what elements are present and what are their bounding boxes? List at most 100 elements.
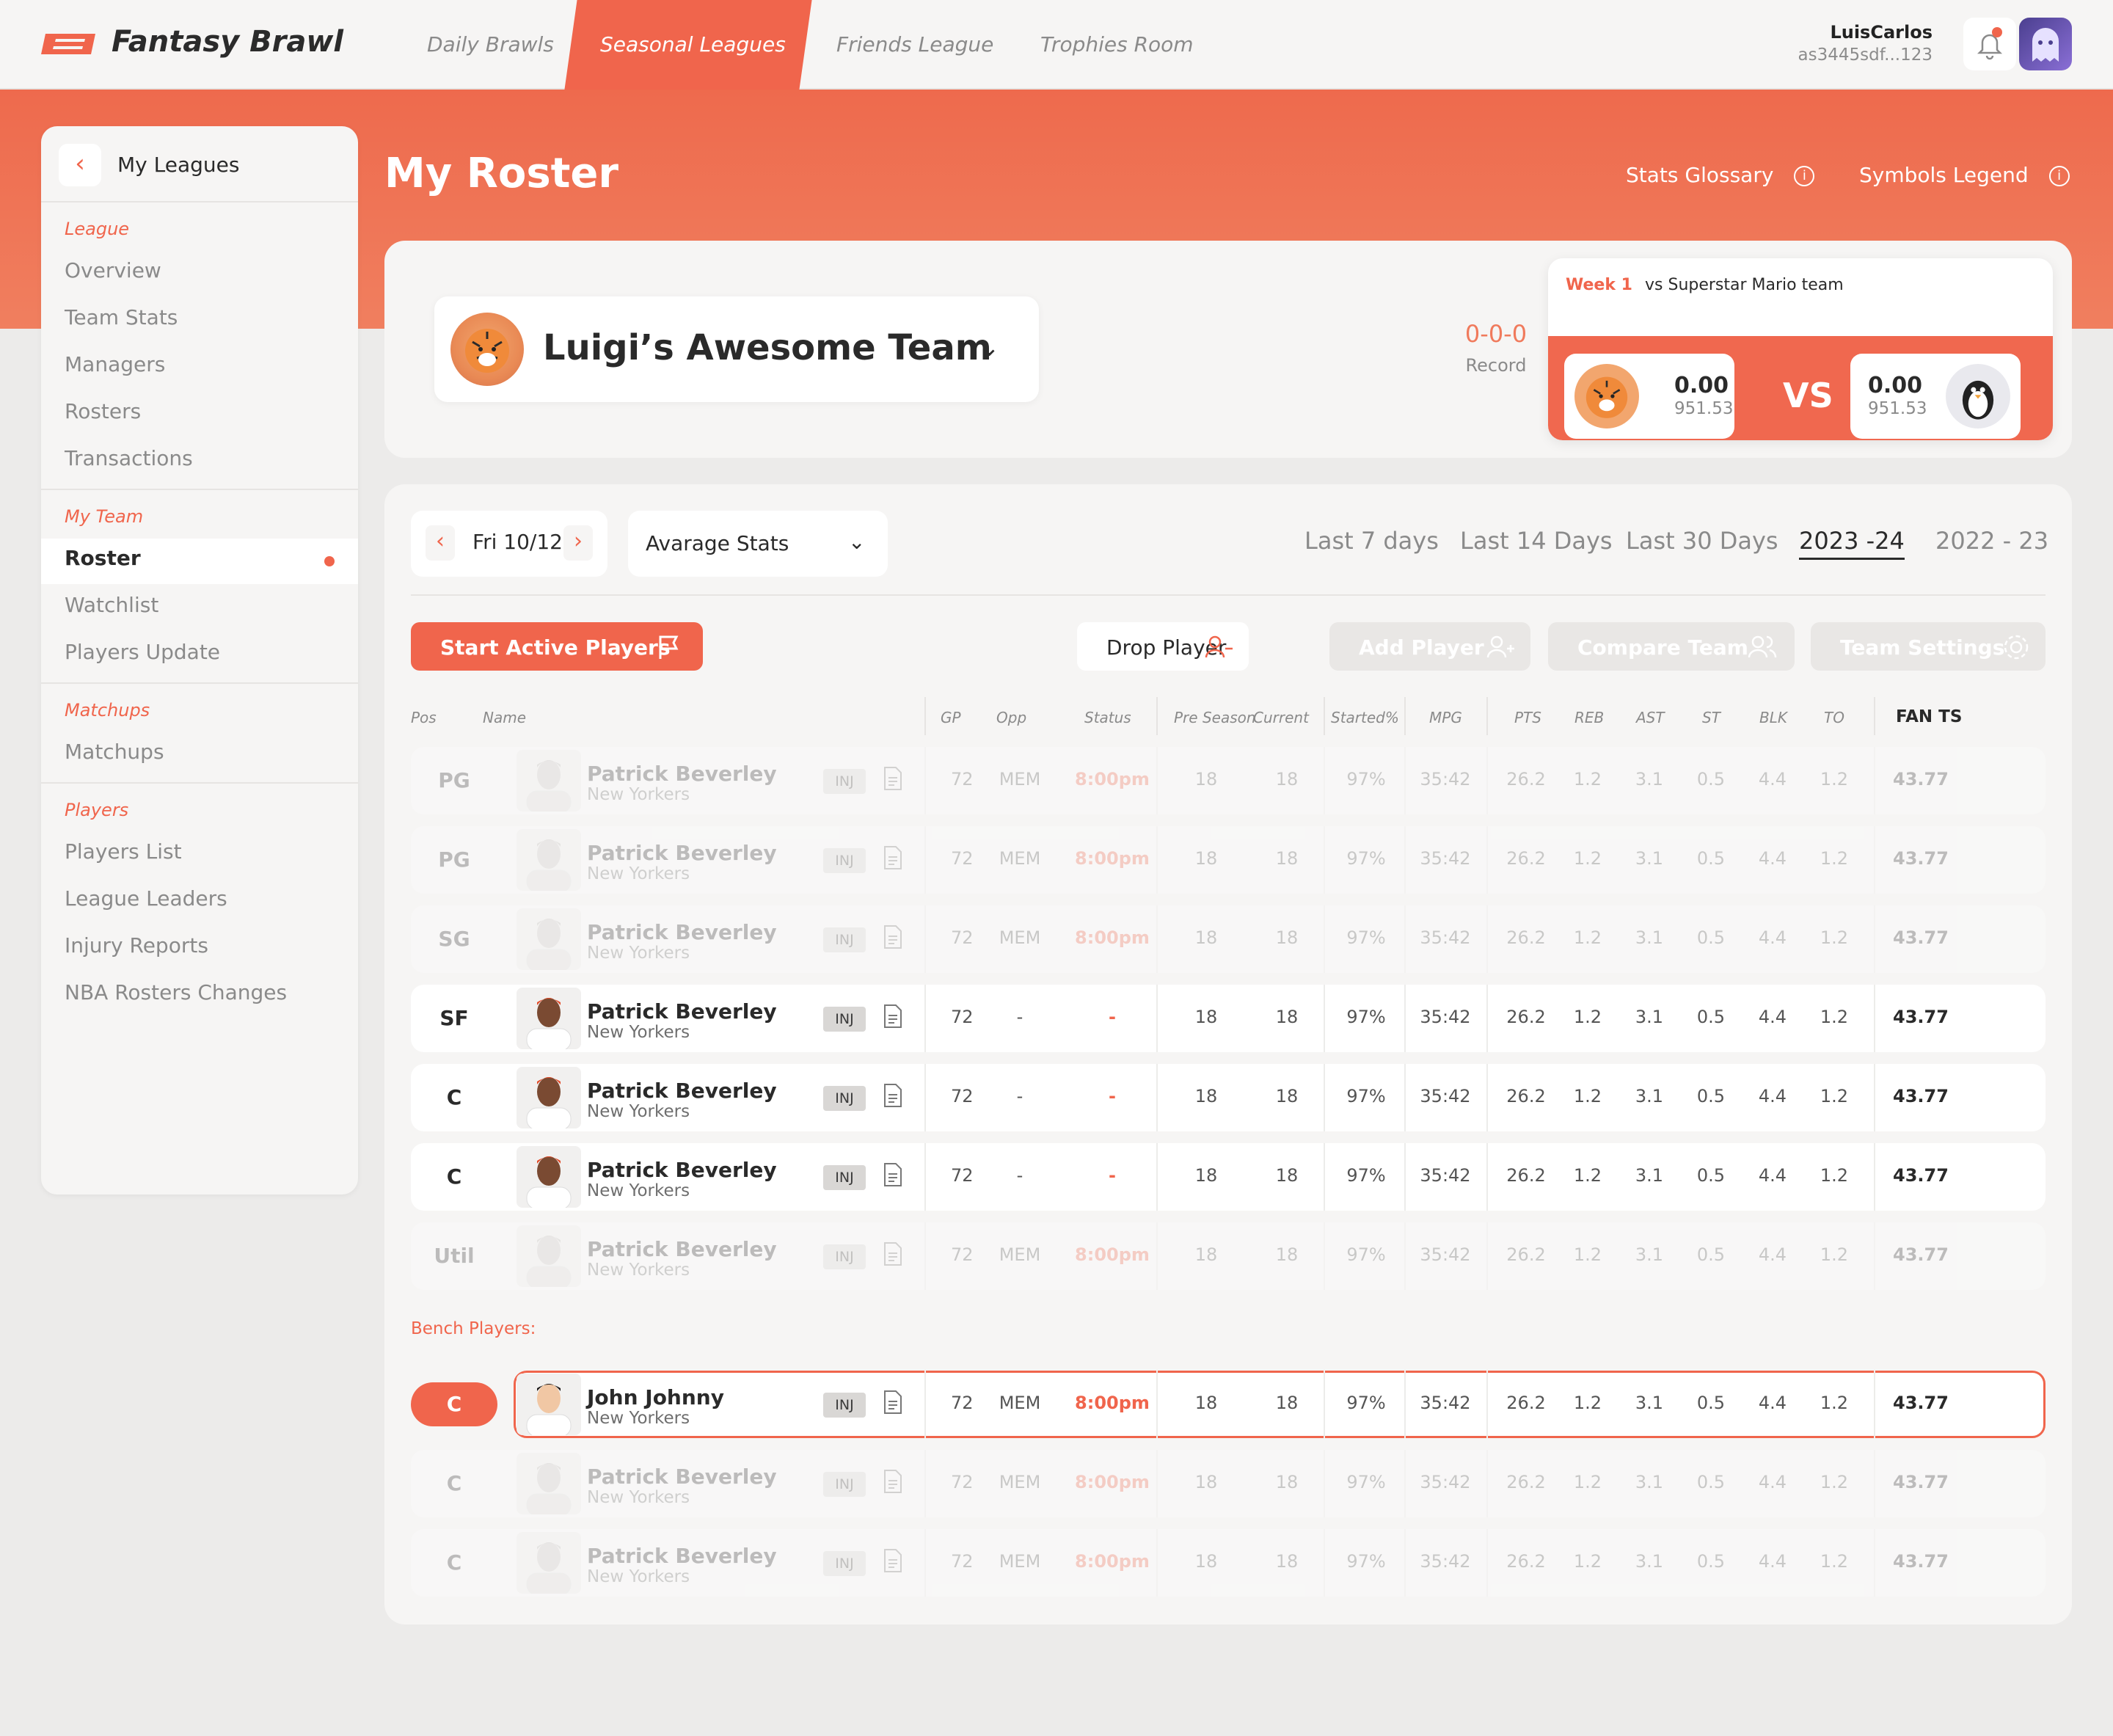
cell-mpg: 35:42	[1420, 1007, 1471, 1027]
notifications-button[interactable]	[1963, 18, 2016, 70]
nav-trophies-room[interactable]: Trophies Room	[1040, 0, 1194, 90]
player-name[interactable]: Patrick Beverley	[587, 1544, 777, 1568]
sidebar-item-team-stats[interactable]: Team Stats	[65, 305, 178, 329]
player-name[interactable]: Patrick Beverley	[587, 841, 777, 865]
cell-started: 97%	[1346, 1086, 1386, 1106]
prev-day-button[interactable]: ‹	[426, 525, 455, 561]
nav-daily-brawls[interactable]: Daily Brawls	[427, 0, 554, 90]
player-name[interactable]: Patrick Beverley	[587, 1237, 777, 1261]
document-icon[interactable]	[883, 1083, 902, 1108]
player-team: New Yorkers	[587, 1261, 690, 1280]
col-pos: Pos	[411, 709, 437, 726]
sidebar-item-overview[interactable]: Overview	[65, 258, 161, 282]
stats-mode-label: Avarage Stats	[646, 531, 789, 555]
table-row[interactable]: PG Patrick Beverley New Yorkers INJ 72 MEM 8:0…	[384, 826, 2072, 894]
player-name[interactable]: John Johnny	[587, 1385, 724, 1409]
position-pill[interactable]: C	[411, 1155, 497, 1199]
position-pill[interactable]: SF	[411, 996, 497, 1040]
document-icon[interactable]	[883, 1548, 902, 1573]
cell-started: 97%	[1346, 848, 1386, 869]
matchup-card[interactable]: Week 1 vs Superstar Mario team 0.00 951.…	[1548, 258, 2053, 440]
position-pill[interactable]: C	[411, 1076, 497, 1120]
injury-badge: INJ	[823, 1472, 866, 1497]
sidebar-item-matchups[interactable]: Matchups	[65, 740, 164, 764]
position-pill[interactable]: PG	[411, 838, 497, 882]
player-photo-icon	[526, 760, 572, 812]
sidebar-item-watchlist[interactable]: Watchlist	[65, 593, 158, 617]
table-row[interactable]: C Patrick Beverley New Yorkers INJ 72 - - 18 18 9…	[384, 1064, 2072, 1131]
next-day-button[interactable]: ›	[563, 525, 593, 561]
table-row[interactable]: C John Johnny New Yorkers INJ 72 MEM 8:00pm 18 1…	[384, 1371, 2072, 1438]
stats-mode-select[interactable]: Avarage Stats ⌄	[628, 511, 888, 577]
start-active-players-button[interactable]: Start Active Players	[411, 622, 703, 671]
stats-glossary-link[interactable]: Stats Glossary i	[1626, 163, 1815, 187]
sidebar-item-managers[interactable]: Managers	[65, 352, 165, 376]
table-row[interactable]: C Patrick Beverley New Yorkers INJ 72 MEM 8:00…	[384, 1529, 2072, 1597]
back-button[interactable]: ‹	[59, 144, 101, 186]
document-icon[interactable]	[883, 1390, 902, 1415]
cell-opp: MEM	[999, 1393, 1041, 1413]
nav-seasonal-leagues[interactable]: Seasonal Leagues	[600, 0, 786, 90]
sidebar-item-nba-rosters-changes[interactable]: NBA Rosters Changes	[65, 980, 287, 1004]
player-name[interactable]: Patrick Beverley	[587, 1079, 777, 1103]
document-icon[interactable]	[883, 1162, 902, 1187]
player-name[interactable]: Patrick Beverley	[587, 1465, 777, 1489]
sidebar-item-players-update[interactable]: Players Update	[65, 640, 220, 664]
team-selector[interactable]: Luigi’s Awesome Team ⌄	[434, 296, 1039, 402]
position-pill[interactable]: PG	[411, 759, 497, 803]
symbols-legend-link[interactable]: Symbols Legend i	[1859, 163, 2070, 187]
position-pill[interactable]: Util	[411, 1234, 497, 1278]
range-2022-23[interactable]: 2022 - 23	[1935, 527, 2048, 555]
nav-friends-league[interactable]: Friends League	[836, 0, 993, 90]
divider	[1874, 1371, 1875, 1438]
table-row[interactable]: PG Patrick Beverley New Yorkers INJ 72 MEM 8:0…	[384, 747, 2072, 814]
range-last-30-days[interactable]: Last 30 Days	[1626, 527, 1778, 555]
range-last-7-days[interactable]: Last 7 days	[1304, 527, 1439, 555]
injury-badge: INJ	[823, 1086, 866, 1111]
sidebar-item-players-list[interactable]: Players List	[65, 839, 182, 864]
sidebar-item-rosters[interactable]: Rosters	[65, 399, 141, 423]
add-player-button[interactable]: Add Player	[1329, 622, 1530, 671]
document-icon[interactable]	[883, 1004, 902, 1029]
position-pill[interactable]: C	[411, 1462, 497, 1506]
cell-reb: 1.2	[1573, 769, 1602, 789]
divider	[924, 1064, 926, 1131]
injury-badge: INJ	[823, 1165, 866, 1190]
compare-team-button[interactable]: Compare Team	[1548, 622, 1795, 671]
col-name: Name	[483, 709, 527, 726]
player-name[interactable]: Patrick Beverley	[587, 762, 777, 786]
sidebar-item-injury-reports[interactable]: Injury Reports	[65, 933, 208, 958]
chevron-down-icon: ⌄	[979, 333, 1000, 362]
sidebar-item-transactions[interactable]: Transactions	[65, 446, 193, 470]
player-name[interactable]: Patrick Beverley	[587, 999, 777, 1024]
injury-badge: INJ	[823, 927, 866, 952]
cell-opp: -	[1016, 1086, 1023, 1106]
document-icon[interactable]	[883, 1241, 902, 1266]
table-row[interactable]: C Patrick Beverley New Yorkers INJ 72 - - 18 18 9…	[384, 1143, 2072, 1211]
sidebar-item-league-leaders[interactable]: League Leaders	[65, 886, 227, 911]
position-pill[interactable]: C	[411, 1541, 497, 1585]
player-name[interactable]: Patrick Beverley	[587, 1158, 777, 1182]
player-name[interactable]: Patrick Beverley	[587, 920, 777, 944]
table-row[interactable]: Util Patrick Beverley New Yorkers INJ 72 MEM 8…	[384, 1222, 2072, 1290]
table-row[interactable]: SG Patrick Beverley New Yorkers INJ 72 MEM 8:0…	[384, 905, 2072, 973]
document-icon[interactable]	[883, 766, 902, 791]
table-row[interactable]: SF Patrick Beverley New Yorkers INJ 72 - - 18 18…	[384, 985, 2072, 1052]
position-pill[interactable]: SG	[411, 917, 497, 961]
document-icon[interactable]	[883, 1469, 902, 1494]
sidebar-item-roster[interactable]: Roster	[65, 546, 141, 570]
user-avatar[interactable]	[2019, 18, 2072, 70]
table-row[interactable]: C Patrick Beverley New Yorkers INJ 72 MEM 8:00…	[384, 1450, 2072, 1517]
range-last-14-days[interactable]: Last 14 Days	[1460, 527, 1613, 555]
range-2023-24[interactable]: 2023 -24	[1799, 527, 1905, 560]
divider	[1156, 1450, 1158, 1517]
team-settings-button[interactable]: Team Settings	[1811, 622, 2046, 671]
chevron-right-icon: ›	[574, 528, 583, 554]
player-team: New Yorkers	[587, 1181, 690, 1200]
document-icon[interactable]	[883, 924, 902, 949]
drop-player-button[interactable]: Drop Player	[1077, 622, 1249, 671]
divider	[1404, 1064, 1406, 1131]
document-icon[interactable]	[883, 845, 902, 870]
divider	[1404, 985, 1406, 1052]
position-pill[interactable]: C	[411, 1382, 497, 1426]
